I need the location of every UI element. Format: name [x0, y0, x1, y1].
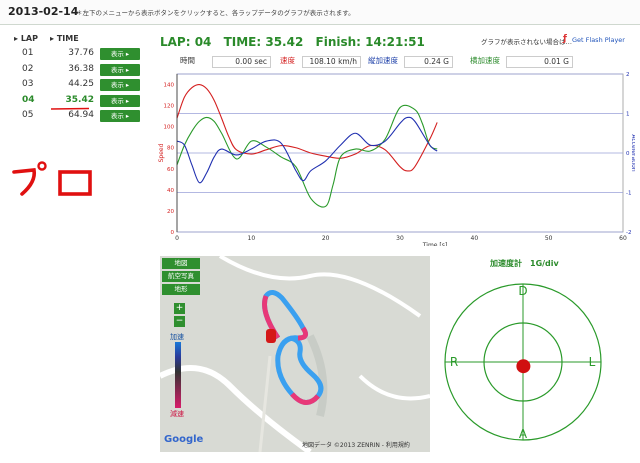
lap-number-cell: 01 — [22, 48, 34, 58]
speed-gradient-bar — [175, 342, 181, 408]
map-copyright[interactable]: 地図データ ©2013 ZENRIN - 利用規約 — [302, 440, 410, 449]
y-left-tick-label: 40 — [167, 188, 174, 194]
y-left-tick-label: 20 — [167, 209, 174, 215]
x-tick-label: 0 — [175, 235, 179, 242]
accel-legend-label: 加速 — [170, 333, 184, 341]
show-lap-button[interactable]: 表示 ▸ — [100, 94, 140, 107]
gmeter-top-label: D — [518, 284, 527, 298]
y-left-axis-label: Speed — [158, 143, 165, 162]
instruction-notice: ＊左下のメニューから表示ボタンをクリックすると、各ラップデータのグラフが表示され… — [76, 9, 355, 17]
lap-row: 01 37.76 表示 ▸ — [8, 47, 143, 61]
show-lap-button[interactable]: 表示 ▸ — [100, 79, 140, 91]
g-meter: D A R L — [444, 283, 602, 441]
y-right-axis-label: Acceleration — [630, 134, 635, 171]
y-right-tick-label: 2 — [626, 72, 630, 78]
car-marker — [266, 329, 276, 343]
speed-value: 108.10 km/h — [302, 56, 361, 68]
y-right-tick-label: -2 — [626, 230, 631, 236]
lat-accel-label: 横加速度 — [470, 56, 500, 65]
lap-number-cell: 02 — [22, 63, 34, 74]
lap-column-header: ▸ LAP — [14, 34, 38, 43]
x-tick-label: 30 — [396, 235, 404, 242]
lap-time-cell: 36.38 — [68, 63, 94, 74]
handwritten-underline — [50, 107, 90, 110]
x-tick-label: 20 — [322, 235, 330, 242]
decel-legend-label: 減速 — [170, 410, 184, 418]
track-path — [262, 290, 324, 405]
session-date: 2013-02-14 — [8, 5, 79, 18]
gmeter-bottom-label: A — [519, 427, 528, 441]
telemetry-chart: 0 10 20 30 40 50 60 0 20 40 60 80 100 120 140 -2 -1 0 1 2 Ti… — [158, 72, 635, 246]
x-tick-label: 60 — [619, 235, 627, 242]
zoom-out-button[interactable]: − — [174, 316, 185, 327]
gmeter-right-label: L — [589, 355, 596, 369]
gmeter-left-label: R — [450, 355, 458, 369]
lap-time-cell: 44.25 — [68, 79, 94, 89]
lap-time-cell: 37.76 — [68, 48, 94, 58]
lap-row: 04 35.42 表示 ▸ — [8, 93, 143, 108]
gmeter-dot — [516, 359, 531, 374]
map-view-button[interactable]: 地図 — [162, 258, 200, 269]
flash-icon: ƒ — [563, 34, 567, 44]
y-left-tick-label: 80 — [167, 146, 174, 152]
lap-number-cell: 03 — [22, 79, 34, 89]
time-value: 0.00 sec — [212, 56, 271, 68]
long-accel-value: 0.24 G — [404, 56, 453, 68]
lap-row: 03 44.25 表示 ▸ — [8, 78, 143, 92]
handwritten-annotation — [12, 161, 92, 196]
y-left-tick-label: 140 — [164, 83, 175, 89]
show-lap-button[interactable]: 表示 ▸ — [100, 110, 140, 122]
finish-time: Finish: 14:21:51 — [315, 35, 425, 49]
x-tick-label: 50 — [545, 235, 553, 242]
zoom-in-button[interactable]: + — [174, 303, 185, 314]
x-tick-label: 10 — [248, 235, 256, 242]
lap-time-cell: 64.94 — [68, 110, 94, 120]
flash-note: グラフが表示されない場合は… — [481, 38, 572, 46]
lap-time-cell: 35.42 — [65, 94, 94, 105]
y-right-tick-label: -1 — [626, 191, 631, 197]
y-right-tick-label: 1 — [626, 112, 630, 118]
lap-number: LAP: 04 — [160, 35, 212, 49]
y-left-tick-label: 100 — [164, 125, 175, 131]
lat-accel-value: 0.01 G — [506, 56, 573, 68]
lap-number-cell: 05 — [22, 110, 34, 120]
lap-time: TIME: 35.42 — [223, 35, 304, 49]
x-tick-label: 40 — [471, 235, 479, 242]
aerial-view-button[interactable]: 航空写真 — [162, 271, 200, 282]
time-label: 時間 — [180, 56, 195, 65]
lap-header: LAP: 04 TIME: 35.42 Finish: 14:21:51 — [160, 35, 433, 49]
x-axis-label: Time [s] — [422, 242, 447, 246]
track-map[interactable]: 地図 航空写真 地形 + − 加速 減速 Google 地図データ ©2013 … — [160, 256, 430, 452]
google-logo: Google — [164, 434, 204, 445]
speed-label: 速度 — [280, 56, 295, 65]
show-lap-button[interactable]: 表示 ▸ — [100, 48, 140, 60]
y-left-tick-label: 120 — [164, 104, 175, 110]
terrain-view-button[interactable]: 地形 — [162, 284, 200, 295]
time-column-header: ▸ TIME — [50, 34, 79, 43]
lap-number-cell: 04 — [22, 94, 35, 105]
top-bar: 2013-02-14 ＊左下のメニューから表示ボタンをクリックすると、各ラップデ… — [0, 0, 640, 25]
get-flash-link[interactable]: Get Flash Player — [572, 36, 625, 44]
long-accel-label: 縦加速度 — [368, 56, 398, 65]
y-left-tick-label: 60 — [167, 167, 174, 173]
lap-row: 05 64.94 表示 ▸ — [8, 109, 143, 123]
lap-row: 02 36.38 表示 ▸ — [8, 63, 143, 77]
y-right-tick-label: 0 — [626, 151, 630, 157]
readout-bar: 時間 0.00 sec 速度 108.10 km/h 縦加速度 0.24 G 横… — [176, 55, 616, 69]
show-lap-button[interactable]: 表示 ▸ — [100, 63, 140, 76]
y-left-tick-label: 0 — [171, 230, 175, 236]
